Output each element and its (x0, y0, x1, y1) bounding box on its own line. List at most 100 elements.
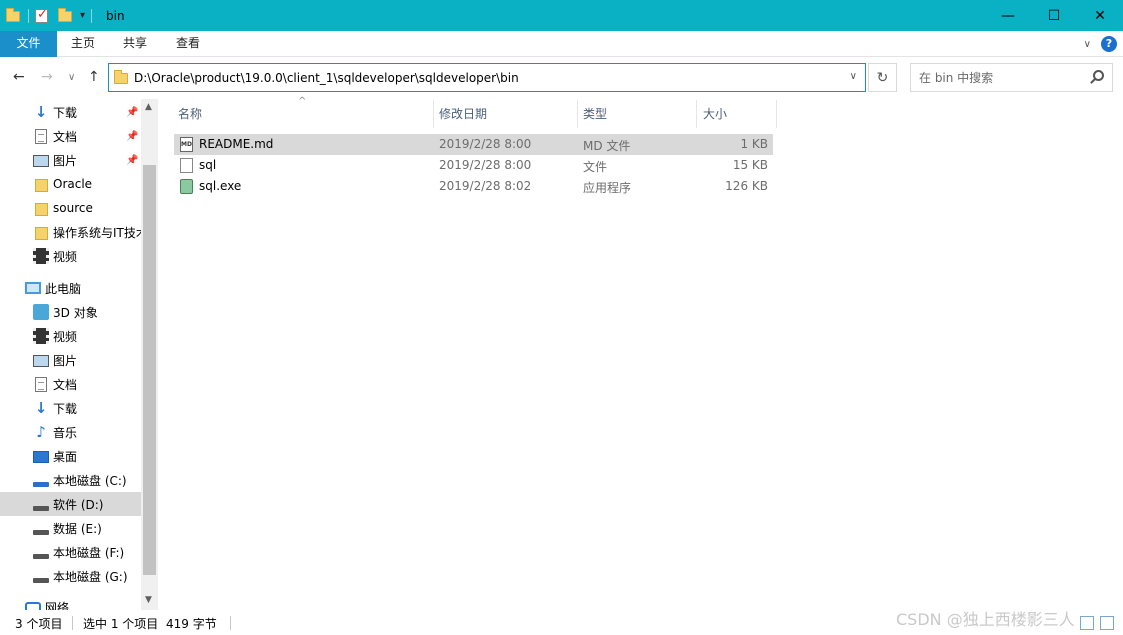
column-divider[interactable] (433, 100, 434, 128)
download-icon: ↓ (34, 103, 48, 121)
scroll-down-icon[interactable]: ▼ (145, 595, 152, 605)
tab-view[interactable]: 查看 (176, 31, 200, 57)
search-icon[interactable] (1093, 70, 1104, 81)
drive-icon (33, 577, 49, 583)
drive-icon (33, 505, 49, 511)
window-title: bin (106, 8, 125, 23)
sidebar-item-drive-c[interactable]: 本地磁盘 (C:) (0, 468, 141, 492)
selection-size: 419 字节 (166, 617, 217, 631)
sidebar-item-documents[interactable]: 文档 📌 (0, 124, 141, 148)
large-icons-view-icon[interactable] (1100, 616, 1114, 630)
sidebar-item-videos[interactable]: 视频 (0, 244, 141, 268)
sidebar-scrollbar[interactable]: ▲ ▼ (141, 99, 158, 610)
ribbon-tabs: 文件 主页 共享 查看 ∨ ? (0, 31, 1123, 57)
search-input[interactable] (919, 70, 1089, 85)
folder-icon (35, 178, 48, 192)
separator (72, 616, 73, 630)
sidebar-item-desktop[interactable]: 桌面 (0, 444, 141, 468)
scrollbar-thumb[interactable] (143, 165, 156, 575)
music-icon: ♪ (36, 423, 46, 441)
sidebar-item-source[interactable]: source (0, 196, 141, 220)
selection-count: 选中 1 个项目 (83, 617, 159, 631)
scroll-up-icon[interactable]: ▲ (145, 102, 152, 112)
sidebar-item-os-it[interactable]: 操作系统与IT技术 (0, 220, 141, 244)
separator (230, 616, 231, 630)
details-view-icon[interactable] (1080, 616, 1094, 630)
executable-icon (180, 179, 193, 194)
sidebar-item-pc-pictures[interactable]: 图片 (0, 348, 141, 372)
chevron-down-icon[interactable]: ∨ (850, 71, 857, 82)
system-drive-icon (33, 481, 49, 487)
column-header-type[interactable]: 类型 (583, 100, 607, 128)
computer-icon (25, 282, 41, 294)
properties-icon[interactable] (35, 7, 48, 23)
pin-icon[interactable]: 📌 (126, 131, 138, 142)
new-folder-icon[interactable] (58, 7, 74, 24)
separator (91, 8, 93, 23)
column-divider[interactable] (577, 100, 578, 128)
sidebar-item-drive-g[interactable]: 本地磁盘 (G:) (0, 564, 141, 588)
sidebar-item-oracle[interactable]: Oracle (0, 172, 141, 196)
file-row[interactable]: MD README.md 2019/2/28 8:00 MD 文件 1 KB (174, 134, 773, 155)
address-path[interactable]: D:\Oracle\product\19.0.0\client_1\sqldev… (134, 71, 519, 85)
help-icon[interactable]: ? (1101, 36, 1117, 52)
picture-icon (33, 355, 49, 367)
tab-share[interactable]: 共享 (123, 31, 147, 57)
tab-home[interactable]: 主页 (71, 31, 95, 57)
minimize-button[interactable]: — (985, 0, 1031, 31)
file-row[interactable]: sql 2019/2/28 8:00 文件 15 KB (174, 155, 773, 176)
back-arrow-icon[interactable]: ← (13, 69, 25, 85)
refresh-button[interactable]: ↻ (868, 63, 897, 92)
pin-icon[interactable]: 📌 (126, 107, 138, 118)
desktop-icon (33, 451, 49, 463)
sidebar-item-downloads[interactable]: ↓ 下载 📌 (0, 100, 141, 124)
maximize-button[interactable]: ☐ (1031, 0, 1077, 31)
sidebar-item-pc-downloads[interactable]: ↓ 下载 (0, 396, 141, 420)
title-bar: ▾ bin — ☐ ✕ (0, 0, 1123, 31)
column-divider[interactable] (696, 100, 697, 128)
column-divider[interactable] (776, 100, 777, 128)
sidebar-item-music[interactable]: ♪ 音乐 (0, 420, 141, 444)
file-row[interactable]: sql.exe 2019/2/28 8:02 应用程序 126 KB (174, 176, 773, 197)
document-icon (35, 128, 47, 144)
search-box[interactable] (910, 63, 1113, 92)
document-icon (35, 376, 47, 392)
sidebar-item-3d-objects[interactable]: 3D 对象 (0, 300, 141, 324)
pin-icon[interactable]: 📌 (126, 155, 138, 166)
video-icon (33, 328, 49, 344)
sidebar-item-pc-videos[interactable]: 视频 (0, 324, 141, 348)
address-bar[interactable]: D:\Oracle\product\19.0.0\client_1\sqldev… (108, 63, 866, 92)
watermark: CSDN @独上西楼影三人 (896, 610, 1075, 629)
picture-icon (33, 155, 49, 167)
up-arrow-icon[interactable]: ↑ (88, 69, 100, 85)
separator (28, 8, 29, 23)
navigation-pane: ↓ 下载 📌 文档 📌 图片 📌 Oracle source 操作系统与IT技术… (0, 99, 158, 610)
markdown-file-icon: MD (180, 137, 193, 152)
file-icon (180, 158, 193, 173)
sort-ascending-icon: ^ (298, 96, 307, 107)
sidebar-item-drive-f[interactable]: 本地磁盘 (F:) (0, 540, 141, 564)
sidebar-item-pc-documents[interactable]: 文档 (0, 372, 141, 396)
recent-locations-icon[interactable]: ∨ (68, 72, 75, 83)
folder-icon (114, 70, 128, 84)
sidebar-item-drive-e[interactable]: 数据 (E:) (0, 516, 141, 540)
sidebar-item-drive-d[interactable]: 软件 (D:) (0, 492, 141, 516)
navigation-bar: ← → ∨ ↑ D:\Oracle\product\19.0.0\client_… (0, 57, 1123, 99)
column-header-date[interactable]: 修改日期 (439, 100, 487, 128)
forward-arrow-icon[interactable]: → (41, 69, 53, 85)
3d-objects-icon (33, 304, 49, 320)
network-icon (25, 601, 41, 610)
sidebar-item-this-pc[interactable]: 此电脑 (0, 276, 141, 300)
sidebar-item-network[interactable]: 网络 (0, 595, 141, 610)
expand-ribbon-icon[interactable]: ∨ (1084, 39, 1091, 50)
close-button[interactable]: ✕ (1077, 0, 1123, 31)
item-count: 3 个项目 (15, 617, 63, 631)
sidebar-item-pictures[interactable]: 图片 📌 (0, 148, 141, 172)
tab-file[interactable]: 文件 (0, 31, 57, 57)
column-header-size[interactable]: 大小 (703, 100, 727, 128)
quick-access-dropdown-icon[interactable]: ▾ (80, 10, 85, 21)
folder-icon[interactable] (6, 7, 22, 24)
column-header-name[interactable]: 名称 (178, 100, 202, 128)
drive-icon (33, 529, 49, 535)
drive-icon (33, 553, 49, 559)
